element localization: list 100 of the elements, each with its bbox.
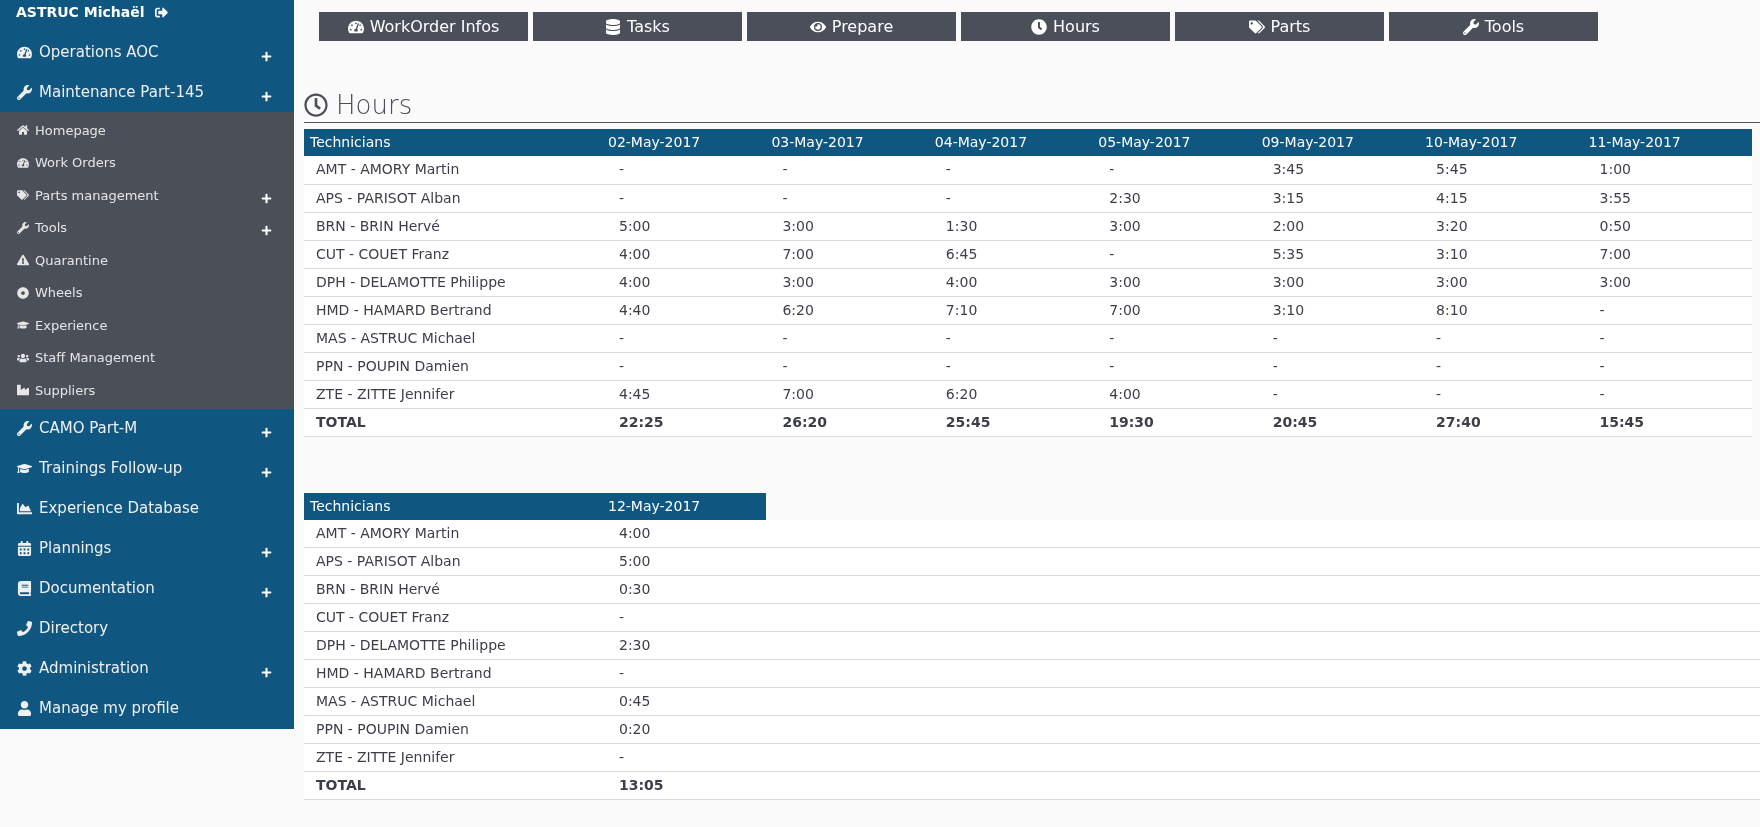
- table-cell: -: [608, 156, 772, 184]
- table-cell: 5:00: [608, 212, 772, 240]
- sidebar-item[interactable]: Manage my profile: [17, 697, 179, 720]
- sidebar-subitem[interactable]: Work Orders: [17, 153, 116, 173]
- table-cell: -: [1261, 324, 1426, 352]
- tab-button[interactable]: Tasks: [533, 12, 742, 41]
- sidebar-subitem[interactable]: Suppliers: [17, 380, 96, 400]
- table-cell: 6:20: [934, 380, 1099, 408]
- phone-icon: [17, 621, 32, 636]
- sidebar-item[interactable]: CAMO Part-M: [17, 417, 138, 440]
- table-cell: 3:10: [1425, 240, 1589, 268]
- table-cell: ZTE - ZITTE Jennifer: [304, 743, 608, 772]
- graduation-cap-icon: [17, 319, 29, 332]
- table-cell: -: [1098, 156, 1262, 184]
- sidebar-item[interactable]: Administration: [17, 657, 149, 680]
- sidebar-item[interactable]: Plannings: [17, 537, 112, 560]
- expand-icon[interactable]: [261, 225, 272, 237]
- table-cell: -: [771, 324, 935, 352]
- expand-icon[interactable]: [261, 467, 272, 478]
- table-cell: -: [1098, 324, 1262, 352]
- total-cell: 25:45: [934, 408, 1099, 436]
- expand-icon[interactable]: [261, 192, 272, 204]
- sidebar-subitem[interactable]: Wheels: [17, 283, 83, 303]
- table-cell: -: [1098, 352, 1262, 380]
- table-cell: -: [934, 352, 1099, 380]
- table-cell: DPH - DELAMOTTE Philippe: [304, 268, 608, 296]
- dashboard-icon: [17, 156, 29, 169]
- table-cell: 3:00: [1588, 268, 1752, 296]
- sidebar-item[interactable]: Maintenance Part-145: [17, 80, 205, 104]
- table-cell: 3:00: [771, 212, 935, 240]
- expand-icon[interactable]: [261, 427, 272, 438]
- graduation-cap-icon: [17, 461, 32, 476]
- sidebar-item[interactable]: Trainings Follow-up: [17, 457, 183, 480]
- table-cell: 4:15: [1425, 184, 1589, 212]
- table-cell: -: [1425, 352, 1589, 380]
- table-cell: -: [1588, 296, 1752, 324]
- expand-icon[interactable]: [261, 50, 272, 62]
- sidebar-subitem[interactable]: Parts management: [17, 185, 159, 205]
- table-cell: -: [771, 156, 935, 184]
- sidebar-subitem[interactable]: Staff Management: [17, 348, 156, 368]
- wrench-icon: [17, 221, 29, 234]
- sidebar-subitem[interactable]: Tools: [17, 218, 68, 238]
- section-title: Hours: [336, 89, 413, 121]
- logout-icon[interactable]: [154, 5, 168, 19]
- table-cell: -: [1261, 380, 1426, 408]
- table-cell: MAS - ASTRUC Michael: [304, 687, 608, 716]
- expand-icon[interactable]: [261, 547, 272, 558]
- table-cell: 0:30: [608, 575, 766, 604]
- table-cell: -: [608, 324, 772, 352]
- book-icon: [17, 581, 32, 596]
- clock-icon: [1031, 18, 1048, 35]
- table-cell: -: [608, 603, 766, 632]
- total-cell: 26:20: [771, 408, 935, 436]
- table-cell: 1:00: [1588, 156, 1752, 184]
- clock-icon: [304, 93, 328, 117]
- table-cell: 0:20: [608, 715, 766, 744]
- table-cell: 3:00: [1425, 268, 1589, 296]
- table-cell: 3:55: [1588, 184, 1752, 212]
- table-cell: 3:00: [1261, 268, 1426, 296]
- table-cell: 3:10: [1261, 296, 1426, 324]
- tab-button[interactable]: Hours: [961, 12, 1170, 41]
- column-header: 09-May-2017: [1261, 129, 1426, 156]
- tab-button[interactable]: WorkOrder Infos: [319, 12, 528, 41]
- table-cell: 7:10: [934, 296, 1099, 324]
- table-cell: MAS - ASTRUC Michael: [304, 324, 608, 352]
- sidebar-subitem[interactable]: Quarantine: [17, 250, 108, 270]
- expand-icon[interactable]: [261, 667, 272, 678]
- expand-icon[interactable]: [261, 587, 272, 598]
- tab-button[interactable]: Tools: [1389, 12, 1598, 41]
- sidebar-item[interactable]: Operations AOC: [17, 40, 159, 64]
- warning-icon: [17, 254, 29, 267]
- table-cell: APS - PARISOT Alban: [304, 547, 608, 576]
- column-header: Technicians: [304, 492, 608, 520]
- tags-icon: [17, 189, 29, 202]
- sidebar-item[interactable]: Documentation: [17, 577, 155, 600]
- user-icon: [17, 701, 32, 716]
- home-icon: [17, 124, 29, 137]
- table-cell: PPN - POUPIN Damien: [304, 352, 608, 380]
- table-cell: AMT - AMORY Martin: [304, 519, 608, 548]
- column-header: 11-May-2017: [1588, 129, 1752, 156]
- table-cell: HMD - HAMARD Bertrand: [304, 659, 608, 688]
- tab-button[interactable]: Prepare: [747, 12, 956, 41]
- table-cell: -: [608, 659, 766, 688]
- table-cell: 4:00: [608, 240, 772, 268]
- sidebar-item[interactable]: Directory: [17, 617, 109, 640]
- sidebar-subitem[interactable]: Experience: [17, 315, 108, 335]
- table-cell: 4:40: [608, 296, 772, 324]
- column-header: Technicians: [304, 129, 608, 156]
- table-cell: -: [608, 743, 766, 772]
- total-cell: 15:45: [1588, 408, 1752, 436]
- sidebar-item[interactable]: Experience Database: [17, 497, 199, 520]
- table-cell: 3:00: [771, 268, 935, 296]
- table-cell: 0:45: [608, 687, 766, 716]
- area-chart-icon: [17, 501, 32, 516]
- table-cell: -: [1098, 240, 1262, 268]
- tab-button[interactable]: Parts: [1175, 12, 1384, 41]
- sidebar-subitem[interactable]: Homepage: [17, 120, 106, 140]
- total-cell: 19:30: [1098, 408, 1262, 436]
- user-name: ASTRUC Michaël: [16, 2, 145, 22]
- expand-icon[interactable]: [261, 90, 272, 102]
